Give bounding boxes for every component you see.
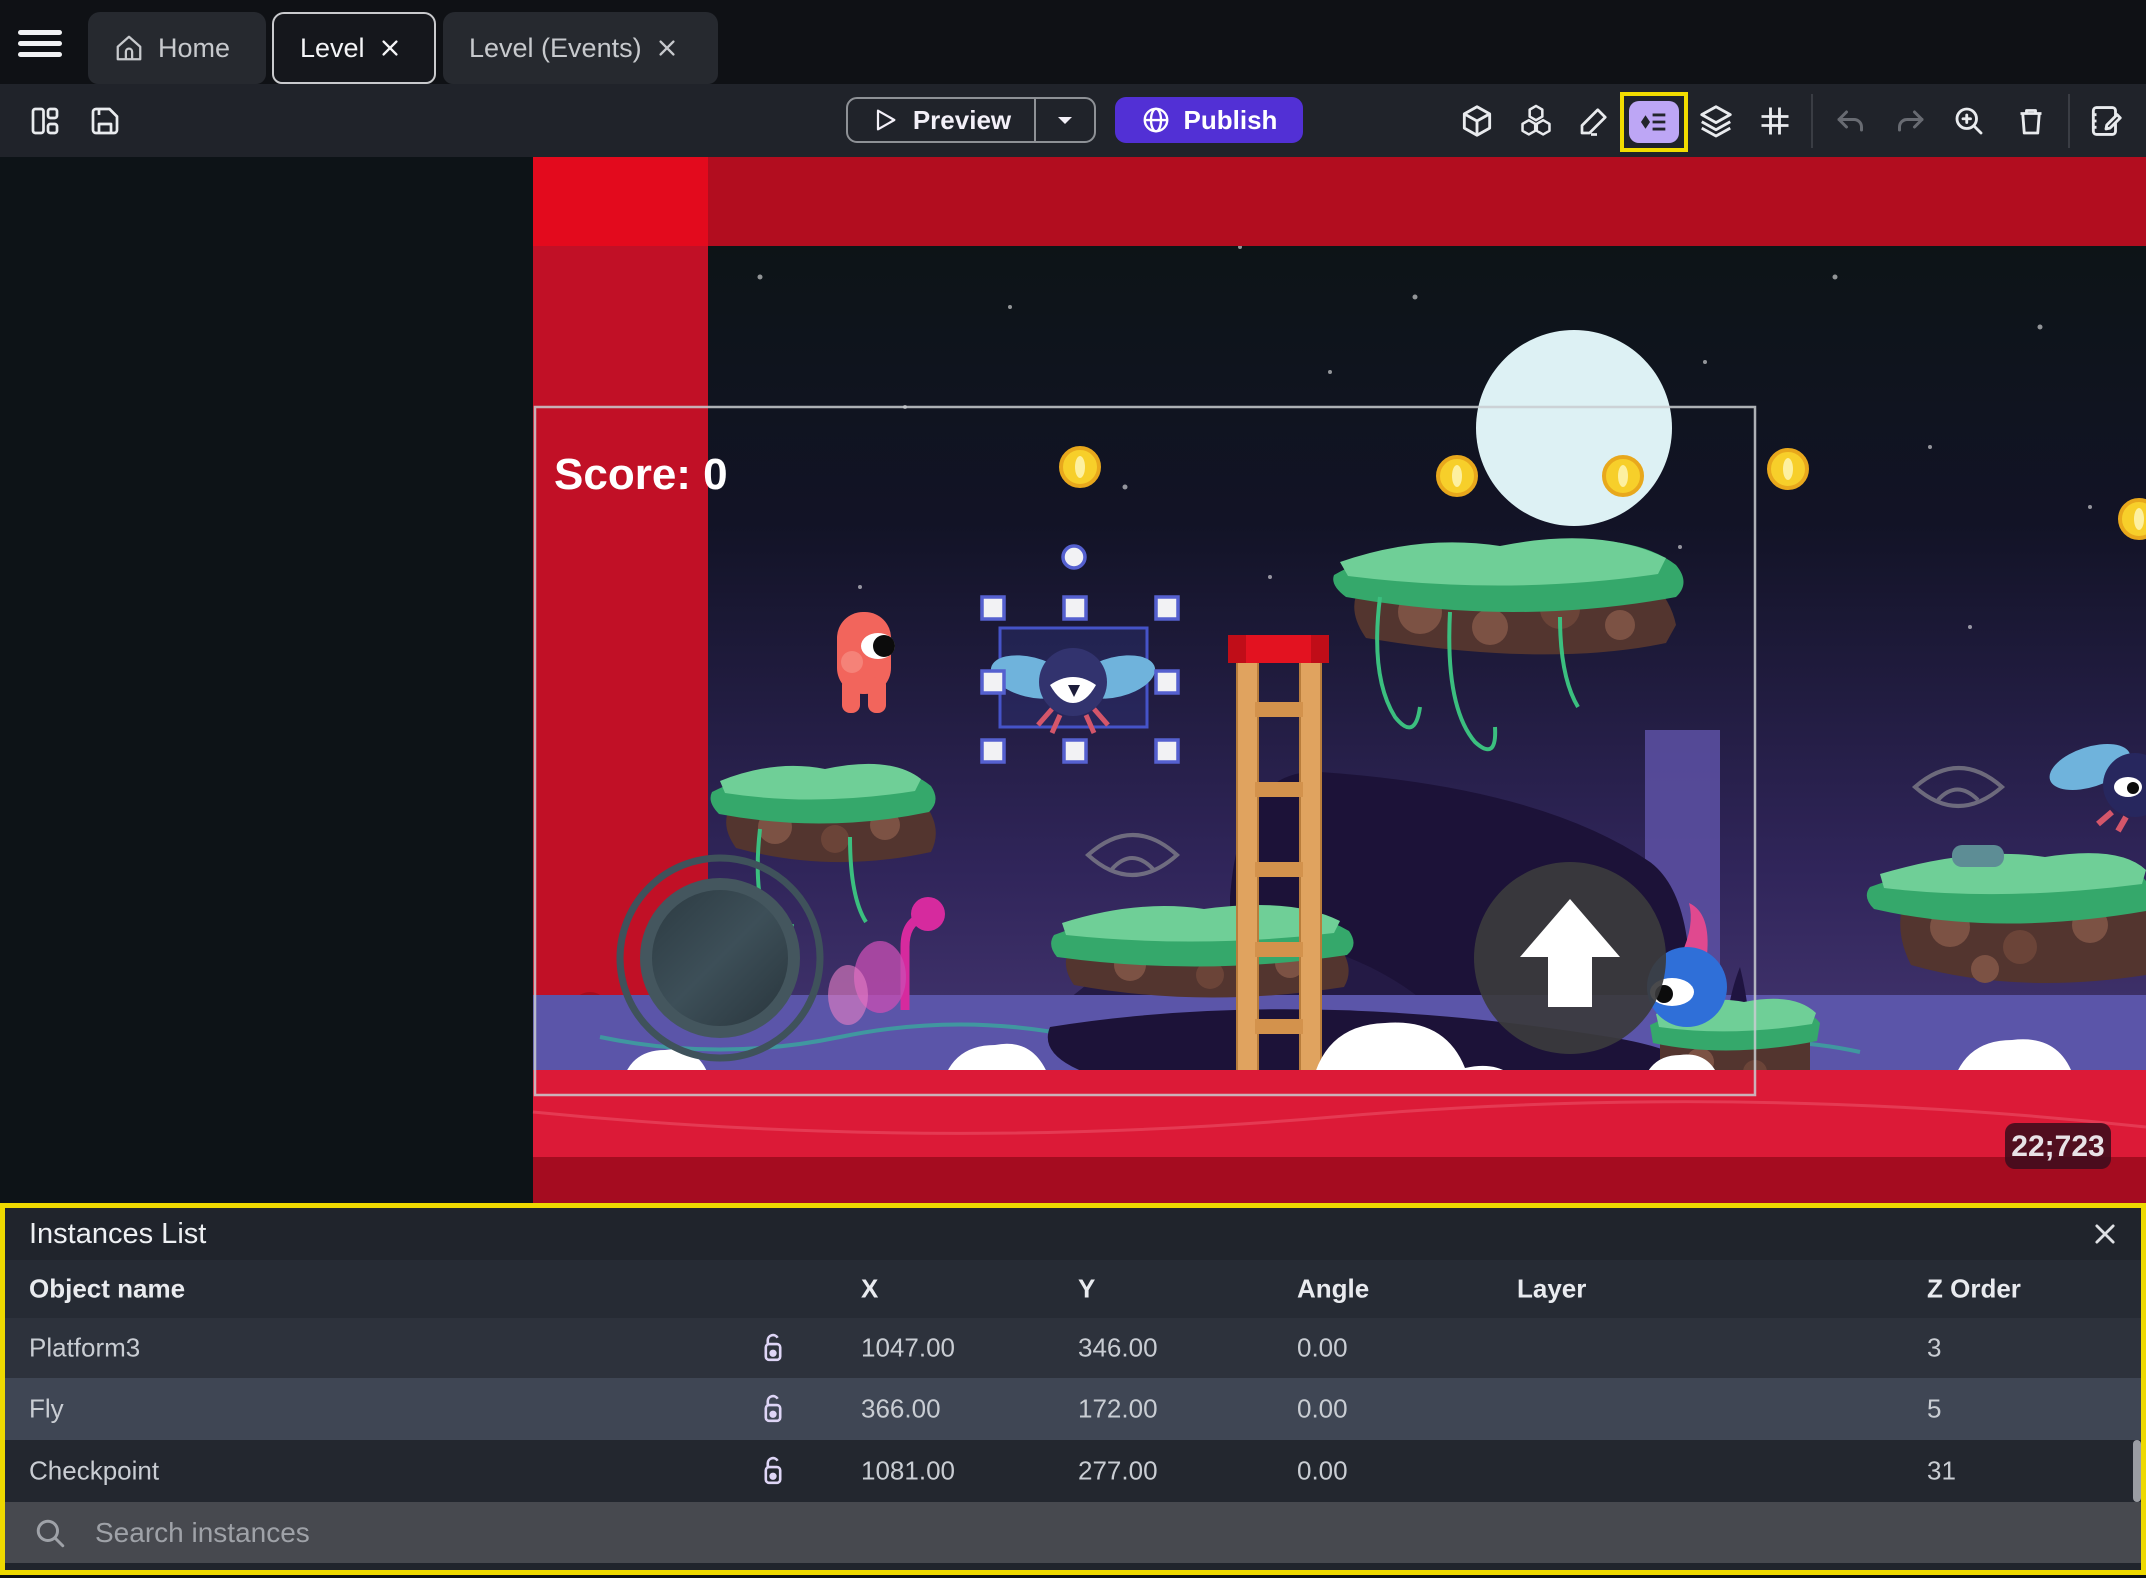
preview-label: Preview (912, 104, 1012, 135)
tab-level-events-label: Level (Events) (469, 32, 642, 63)
red-banner-bottom[interactable] (533, 1070, 2146, 1157)
toolbar: Preview Publish (0, 84, 2146, 157)
save-icon[interactable] (82, 98, 128, 144)
redo-icon[interactable] (1887, 98, 1933, 144)
panels-icon[interactable] (22, 98, 68, 144)
selected-fly-instance[interactable] (986, 626, 1159, 735)
instances-list-icon[interactable] (1629, 101, 1679, 143)
column-object-name[interactable]: Object name (29, 1274, 185, 1305)
instance-name: Fly (29, 1393, 64, 1424)
red-band-top[interactable] (533, 157, 2146, 246)
search-icon (36, 1519, 65, 1547)
chevron-down-icon (1058, 117, 1072, 124)
jump-button-instance[interactable] (1474, 862, 1666, 1054)
zoom-in-icon[interactable] (1946, 98, 1992, 144)
column-angle[interactable]: Angle (1297, 1274, 1369, 1305)
instance-name: Checkpoint (29, 1455, 160, 1486)
table-row[interactable]: Checkpoint 1081.00 277.00 0.00 31 (5, 1440, 2141, 1502)
panel-title: Instances List (29, 1218, 207, 1250)
cursor-coords-badge: 22;723 (2005, 1123, 2111, 1169)
undo-icon[interactable] (1828, 98, 1874, 144)
tab-home-label: Home (158, 32, 231, 63)
close-tab-icon[interactable] (656, 37, 678, 59)
column-layer[interactable]: Layer (1517, 1274, 1586, 1305)
column-z-order[interactable]: Z Order (1927, 1274, 2021, 1305)
properties-pencil-icon[interactable] (1571, 98, 1617, 144)
score-text-instance[interactable]: Score: 0 (554, 450, 728, 499)
instance-y[interactable]: 346.00 (1078, 1333, 1158, 1364)
grid-icon[interactable] (1752, 98, 1798, 144)
unlock-icon[interactable] (757, 1392, 789, 1426)
column-x[interactable]: X (861, 1274, 878, 1305)
edit-scene-icon[interactable] (2083, 98, 2129, 144)
instance-x[interactable]: 1081.00 (861, 1456, 955, 1487)
scene-editor-canvas[interactable]: Score: 0 22;723 (0, 157, 2146, 1203)
close-tab-icon[interactable] (379, 37, 401, 59)
unlock-icon[interactable] (757, 1454, 789, 1488)
objects-cube-icon[interactable] (1454, 98, 1500, 144)
column-y[interactable]: Y (1078, 1274, 1095, 1305)
publish-button[interactable]: Publish (1115, 97, 1303, 143)
instance-angle[interactable]: 0.00 (1297, 1394, 1348, 1425)
instance-y[interactable]: 172.00 (1078, 1394, 1158, 1425)
table-row-selected[interactable]: Fly 366.00 172.00 0.00 5 (5, 1378, 2141, 1440)
play-icon (876, 109, 896, 131)
red-banner-dark (533, 1157, 2146, 1203)
table-row[interactable]: Platform3 1047.00 346.00 0.00 3 (5, 1318, 2141, 1378)
red-stripe-top[interactable] (533, 157, 708, 246)
main-menu-icon[interactable] (18, 24, 62, 60)
home-icon (116, 35, 142, 61)
moon (1476, 330, 1672, 526)
svg-text:22;723: 22;723 (2011, 1130, 2104, 1163)
instance-z-order[interactable]: 3 (1927, 1333, 1941, 1364)
publish-label: Publish (1183, 104, 1278, 135)
instance-x[interactable]: 366.00 (861, 1394, 941, 1425)
tab-level-label: Level (300, 32, 365, 63)
instance-angle[interactable]: 0.00 (1297, 1333, 1348, 1364)
globe-icon (1143, 107, 1168, 133)
panel-scrollbar[interactable] (2133, 1440, 2141, 1502)
preview-button[interactable]: Preview (846, 97, 1096, 143)
ladder-instance[interactable] (1228, 635, 1329, 1093)
instance-angle[interactable]: 0.00 (1297, 1456, 1348, 1487)
close-panel-icon[interactable] (2091, 1220, 2119, 1248)
tab-level-events[interactable]: Level (Events) (443, 12, 718, 84)
instance-z-order[interactable]: 31 (1927, 1456, 1956, 1487)
search-bar (5, 1502, 2141, 1563)
panel-title-bar: Instances List (5, 1208, 2141, 1260)
tab-home[interactable]: Home (88, 12, 266, 84)
trash-icon[interactable] (2008, 98, 2054, 144)
table-header-row: Object name X Y Angle Layer Z Order (5, 1260, 2141, 1318)
object-groups-icon[interactable] (1513, 98, 1559, 144)
instances-list-panel: Instances List Object name X Y Angle Lay… (0, 1203, 2146, 1575)
tab-bar: Home Level Level (Events) (0, 0, 2146, 84)
instance-x[interactable]: 1047.00 (861, 1333, 955, 1364)
preview-options-button[interactable] (1034, 99, 1094, 141)
joystick-control-instance[interactable] (616, 854, 824, 1062)
instance-z-order[interactable]: 5 (1927, 1394, 1941, 1425)
instance-name: Platform3 (29, 1332, 141, 1363)
search-instances-input[interactable] (93, 1515, 2141, 1550)
tab-level[interactable]: Level (272, 12, 436, 84)
unlock-icon[interactable] (757, 1331, 789, 1365)
instance-y[interactable]: 277.00 (1078, 1456, 1158, 1487)
layers-icon[interactable] (1693, 98, 1739, 144)
